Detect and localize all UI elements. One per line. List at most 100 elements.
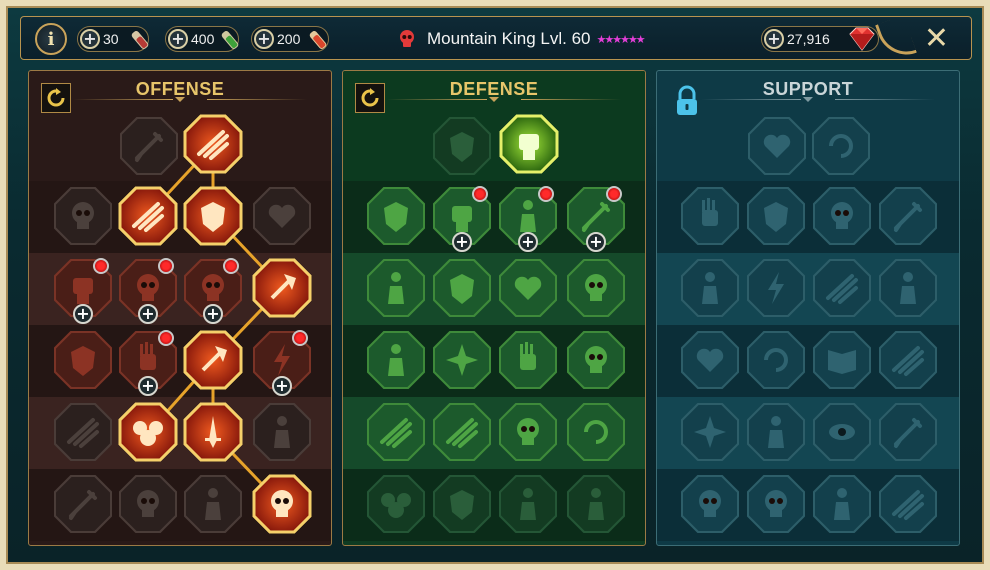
skill-node-heart[interactable] (252, 186, 312, 246)
upgrade-plus-button[interactable]: + (586, 232, 606, 252)
skill-node-skull[interactable] (252, 474, 312, 534)
upgrade-plus-button[interactable]: + (138, 376, 158, 396)
skill-node-hand[interactable]: + (118, 330, 178, 396)
divider-tick (803, 97, 813, 102)
skill-node-sword[interactable] (53, 474, 113, 534)
skill-node-sword[interactable] (878, 186, 938, 246)
notification-dot (93, 258, 109, 274)
skill-node-bolt[interactable]: + (252, 330, 312, 396)
skill-node-star[interactable] (680, 402, 740, 462)
skill-node-figure[interactable]: + (498, 186, 558, 252)
currency-potion-orange[interactable]: + 200 (251, 26, 329, 52)
skill-node-figure[interactable] (498, 474, 558, 534)
currency-potion-green[interactable]: + 400 (165, 26, 239, 52)
notification-dot (223, 258, 239, 274)
skill-node-claw[interactable] (878, 330, 938, 390)
skill-node-figure[interactable] (183, 474, 243, 534)
skill-node-figure[interactable] (252, 402, 312, 462)
skill-node-figure[interactable] (366, 330, 426, 390)
skill-node-figure[interactable] (878, 258, 938, 318)
hero-title: Mountain King Lvl. 60 ★★★★★★ (397, 25, 646, 53)
skill-node-figure[interactable] (812, 474, 872, 534)
skill-node-star[interactable] (432, 330, 492, 390)
orange-scroll-icon (306, 29, 330, 51)
skill-node-skulls[interactable] (366, 474, 426, 534)
skill-node-fist[interactable] (499, 114, 559, 174)
panel-header: DEFENSE (343, 71, 645, 113)
top-bar: i + 30 + 400 + 200 Mountain King Lvl. 60… (20, 15, 972, 63)
skill-node-axe[interactable] (252, 258, 312, 318)
divider-tick (175, 97, 185, 102)
skill-node-swirl[interactable] (566, 402, 626, 462)
skill-node-heart[interactable] (498, 258, 558, 318)
skill-node-sword[interactable] (878, 402, 938, 462)
skill-node-skull[interactable] (746, 474, 806, 534)
skill-node-figure[interactable] (366, 258, 426, 318)
skill-node-claw[interactable] (118, 186, 178, 246)
skill-node-axe[interactable] (183, 330, 243, 390)
skill-node-shield[interactable] (432, 116, 492, 176)
skill-node-sword[interactable] (119, 116, 179, 176)
skill-node-sword[interactable]: + (566, 186, 626, 252)
notification-dot (158, 258, 174, 274)
upgrade-plus-button[interactable]: + (272, 376, 292, 396)
skill-node-figure[interactable] (566, 474, 626, 534)
skill-node-claw[interactable] (366, 402, 426, 462)
skill-node-skull[interactable] (566, 330, 626, 390)
notification-dot (472, 186, 488, 202)
close-button[interactable]: ✕ (924, 21, 949, 56)
skill-node-claw[interactable] (183, 114, 243, 174)
skill-node-swirl[interactable] (811, 116, 871, 176)
upgrade-plus-button[interactable]: + (138, 304, 158, 324)
upgrade-plus-button[interactable]: + (518, 232, 538, 252)
upgrade-plus-button[interactable]: + (203, 304, 223, 324)
skill-node-skull[interactable]: + (183, 258, 243, 324)
skill-node-claw[interactable] (878, 474, 938, 534)
skill-node-skull[interactable] (680, 474, 740, 534)
skill-node-fist[interactable]: + (53, 258, 113, 324)
currency-potion-red[interactable]: + 30 (77, 26, 149, 52)
skill-node-skull[interactable] (498, 402, 558, 462)
skill-node-skull[interactable] (812, 186, 872, 246)
skill-node-shield[interactable] (432, 258, 492, 318)
skill-node-heart[interactable] (747, 116, 807, 176)
red-potion-vial-icon (128, 29, 152, 51)
skill-node-shield[interactable] (53, 330, 113, 390)
divider (521, 99, 621, 100)
skill-node-figure[interactable] (680, 258, 740, 318)
skill-node-heart[interactable] (680, 330, 740, 390)
skill-node-swirl[interactable] (746, 330, 806, 390)
divider (701, 99, 801, 100)
add-icon[interactable]: + (764, 29, 784, 49)
skill-node-shield[interactable] (366, 186, 426, 246)
skill-node-claw[interactable] (53, 402, 113, 462)
skill-node-hand[interactable] (680, 186, 740, 246)
skill-node-figure[interactable] (746, 402, 806, 462)
add-icon[interactable]: + (80, 29, 100, 49)
skill-node-claw[interactable] (812, 258, 872, 318)
upgrade-plus-button[interactable]: + (73, 304, 93, 324)
add-icon[interactable]: + (254, 29, 274, 49)
skill-node-book[interactable] (812, 330, 872, 390)
skill-node-bolt[interactable] (746, 258, 806, 318)
skill-node-dagger[interactable] (183, 402, 243, 462)
info-button[interactable]: i (35, 23, 67, 55)
red-skull-icon (397, 29, 417, 49)
skill-node-hand[interactable] (498, 330, 558, 390)
skill-node-eye[interactable] (812, 402, 872, 462)
add-icon[interactable]: + (168, 29, 188, 49)
skill-node-shield[interactable] (746, 186, 806, 246)
skill-node-skull[interactable] (118, 474, 178, 534)
skill-node-shield[interactable] (183, 186, 243, 246)
upgrade-plus-button[interactable]: + (452, 232, 472, 252)
currency-gems[interactable]: + 27,916 (761, 26, 879, 52)
divider (73, 99, 173, 100)
skill-node-claw[interactable] (432, 402, 492, 462)
skill-node-shield[interactable] (432, 474, 492, 534)
skill-node-skull[interactable] (566, 258, 626, 318)
red-gem-icon (846, 25, 878, 53)
skill-node-fist[interactable]: + (432, 186, 492, 252)
skill-node-skull[interactable]: + (118, 258, 178, 324)
skill-node-skull[interactable] (53, 186, 113, 246)
skill-node-skulls[interactable] (118, 402, 178, 462)
